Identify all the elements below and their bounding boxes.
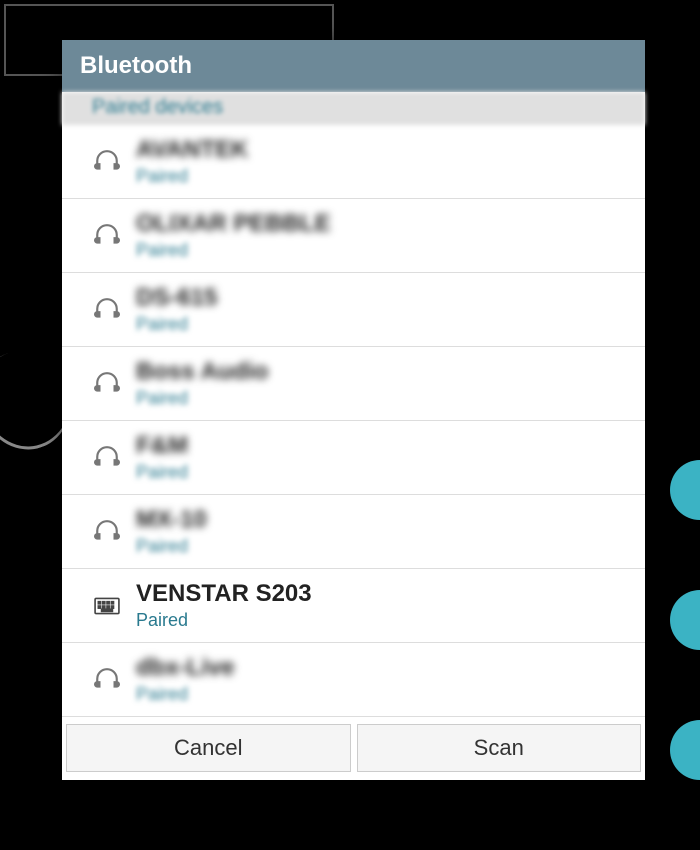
device-name: DS-615	[136, 284, 627, 313]
device-status: Paired	[136, 462, 627, 483]
device-row[interactable]: MX-10Paired	[62, 495, 645, 569]
cancel-button[interactable]: Cancel	[66, 724, 351, 772]
device-text: MX-10Paired	[136, 506, 627, 558]
device-status: Paired	[136, 388, 627, 409]
headphones-icon	[92, 371, 122, 397]
headphones-icon	[92, 223, 122, 249]
bluetooth-dialog: Bluetooth Paired devices AVANTEKPairedOL…	[62, 40, 645, 780]
bg-circle	[670, 460, 700, 520]
dialog-button-bar: Cancel Scan	[62, 720, 645, 780]
device-text: OLIXAR PEBBLEPaired	[136, 210, 627, 262]
device-status: Paired	[136, 166, 627, 187]
device-text: F&MPaired	[136, 432, 627, 484]
headphones-icon	[92, 519, 122, 545]
device-status: Paired	[136, 314, 627, 335]
device-text: DS-615Paired	[136, 284, 627, 336]
headphones-icon	[92, 297, 122, 323]
device-row[interactable]: DS-615Paired	[62, 273, 645, 347]
paired-device-list: AVANTEKPairedOLIXAR PEBBLEPairedDS-615Pa…	[62, 125, 645, 720]
section-header-paired: Paired devices	[62, 92, 645, 125]
device-status: Paired	[136, 240, 627, 261]
keyboard-icon	[92, 596, 122, 616]
background-circles	[670, 460, 700, 850]
device-name: MX-10	[136, 506, 627, 535]
device-status: Paired	[136, 610, 627, 631]
bg-circle	[670, 720, 700, 780]
device-row[interactable]: F&MPaired	[62, 421, 645, 495]
device-name: F&M	[136, 432, 627, 461]
device-row[interactable]: dbx-LivePaired	[62, 643, 645, 717]
device-status: Paired	[136, 684, 627, 705]
dialog-title: Bluetooth	[62, 40, 645, 92]
device-row[interactable]: OLIXAR PEBBLEPaired	[62, 199, 645, 273]
device-text: dbx-LivePaired	[136, 654, 627, 706]
headphones-icon	[92, 445, 122, 471]
device-row[interactable]: Boss AudioPaired	[62, 347, 645, 421]
headphones-icon	[92, 667, 122, 693]
device-row[interactable]: VENSTAR S203Paired	[62, 569, 645, 643]
headphones-icon	[92, 149, 122, 175]
device-row[interactable]: AVANTEKPaired	[62, 125, 645, 199]
device-name: dbx-Live	[136, 654, 627, 683]
device-status: Paired	[136, 536, 627, 557]
device-name: Boss Audio	[136, 358, 627, 387]
device-text: AVANTEKPaired	[136, 136, 627, 188]
scan-button[interactable]: Scan	[357, 724, 642, 772]
device-text: Boss AudioPaired	[136, 358, 627, 410]
device-text: VENSTAR S203Paired	[136, 580, 627, 632]
bg-circle	[670, 590, 700, 650]
device-name: AVANTEK	[136, 136, 627, 165]
device-name: OLIXAR PEBBLE	[136, 210, 627, 239]
device-name: VENSTAR S203	[136, 580, 627, 609]
